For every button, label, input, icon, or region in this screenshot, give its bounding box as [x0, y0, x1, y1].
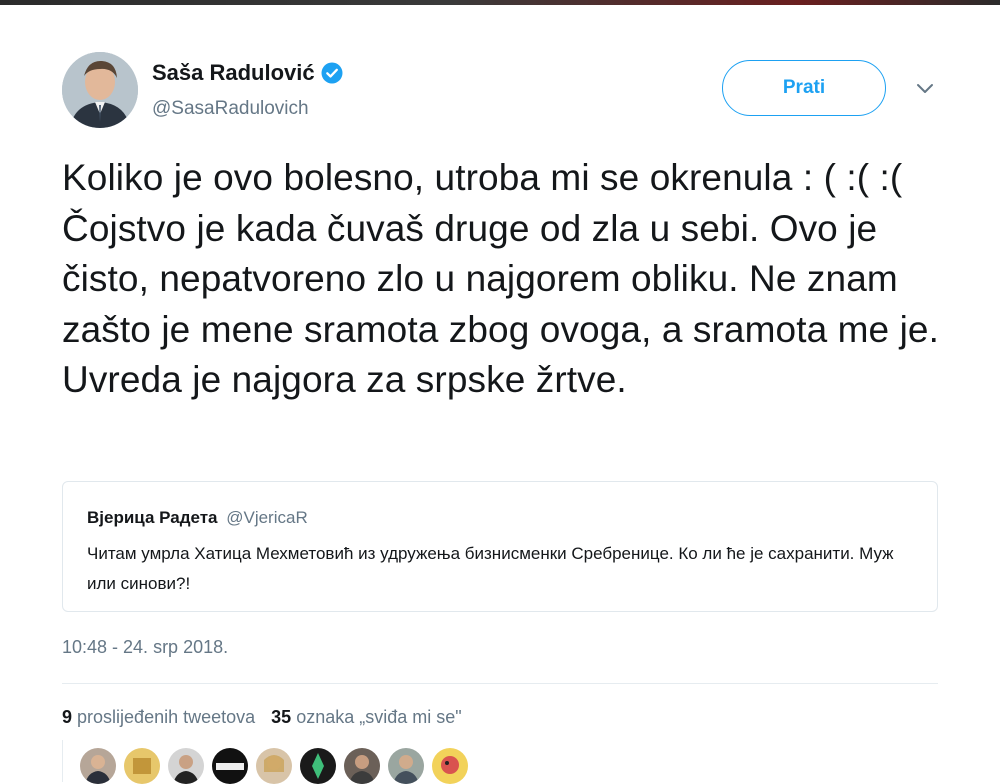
likes-count: 35: [271, 707, 292, 727]
retweets-stat[interactable]: 9 proslijeđenih tweetova: [62, 707, 255, 728]
tweet-stats: 9 proslijeđenih tweetova 35 oznaka „sviđ…: [62, 707, 462, 728]
divider: [62, 740, 63, 782]
liker-avatar[interactable]: [212, 748, 248, 784]
quoted-tweet[interactable]: Вјерица Радета @VjericaR Читам умрла Хат…: [62, 481, 938, 612]
liker-avatar[interactable]: [432, 748, 468, 784]
likers-avatars: [80, 748, 468, 784]
liker-avatar[interactable]: [388, 748, 424, 784]
quoted-user-name: Вјерица Радета: [87, 508, 218, 527]
liker-avatar[interactable]: [124, 748, 160, 784]
divider: [62, 683, 938, 684]
avatar[interactable]: [62, 52, 138, 128]
likes-label: oznaka „sviđa mi se": [296, 707, 462, 727]
follow-button[interactable]: Prati: [722, 60, 886, 116]
retweets-count: 9: [62, 707, 73, 727]
tweet-timestamp[interactable]: 10:48 - 24. srp 2018.: [62, 637, 228, 658]
verified-badge-icon: [321, 62, 343, 84]
liker-avatar[interactable]: [300, 748, 336, 784]
likes-stat[interactable]: 35 oznaka „sviđa mi se": [271, 707, 462, 728]
user-name[interactable]: Saša Radulović: [152, 60, 315, 86]
tweet-text: Koliko je ovo bolesno, utroba mi se okre…: [62, 157, 939, 400]
liker-avatar[interactable]: [256, 748, 292, 784]
liker-avatar[interactable]: [80, 748, 116, 784]
liker-avatar[interactable]: [168, 748, 204, 784]
quoted-user-handle: @VjericaR: [226, 508, 308, 527]
chevron-down-icon[interactable]: [912, 78, 938, 98]
liker-avatar[interactable]: [344, 748, 380, 784]
user-handle[interactable]: @SasaRadulovich: [152, 98, 309, 120]
retweets-label: proslijeđenih tweetova: [77, 707, 256, 727]
quoted-tweet-text: Читам умрла Хатица Мехметовић из удружењ…: [87, 544, 894, 593]
window-top-strip: [0, 0, 1000, 5]
